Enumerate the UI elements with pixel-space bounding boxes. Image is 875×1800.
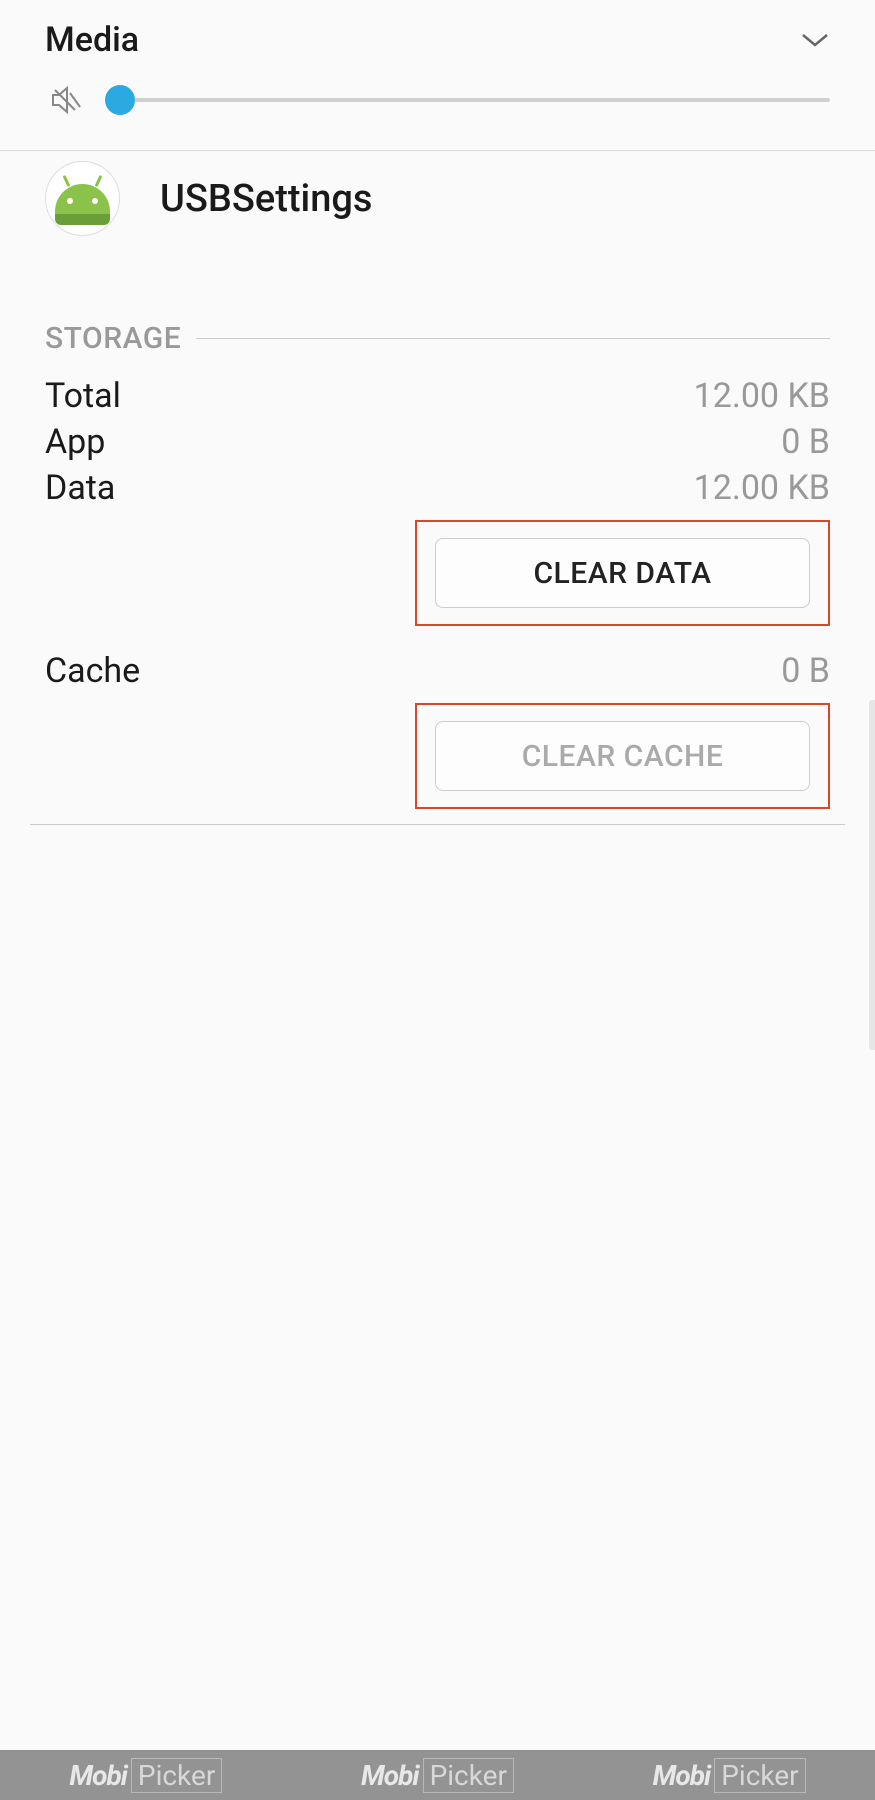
watermark: Mobi Picker <box>361 1758 514 1793</box>
storage-label: Data <box>45 468 115 508</box>
storage-value: 12.00 KB <box>694 468 830 508</box>
watermark: Mobi Picker <box>653 1758 806 1793</box>
storage-value: 12.00 KB <box>694 376 830 416</box>
storage-value: 0 B <box>781 651 830 691</box>
clear-cache-button[interactable]: CLEAR CACHE <box>435 721 810 791</box>
volume-slider-thumb[interactable] <box>105 85 135 115</box>
storage-label: App <box>45 422 105 462</box>
watermark-bar: Mobi Picker Mobi Picker Mobi Picker <box>0 1750 875 1800</box>
bottom-divider <box>30 824 845 825</box>
clear-data-button[interactable]: CLEAR DATA <box>435 538 810 608</box>
storage-row-cache: Cache 0 B <box>45 651 830 691</box>
watermark-brand1: Mobi <box>653 1759 711 1792</box>
watermark: Mobi Picker <box>69 1758 222 1793</box>
app-name: USBSettings <box>160 177 372 221</box>
app-header: USBSettings <box>0 151 875 266</box>
section-title-storage: STORAGE <box>45 321 181 356</box>
storage-label: Total <box>45 376 121 416</box>
storage-label: Cache <box>45 651 140 691</box>
storage-row-app: App 0 B <box>45 422 830 462</box>
storage-value: 0 B <box>781 422 830 462</box>
volume-mute-icon[interactable] <box>45 80 85 120</box>
volume-panel: Media <box>0 0 875 151</box>
highlight-clear-data: CLEAR DATA <box>415 520 830 626</box>
storage-section: STORAGE Total 12.00 KB App 0 B Data 12.0… <box>0 321 875 809</box>
storage-row-data: Data 12.00 KB <box>45 468 830 508</box>
watermark-brand2: Picker <box>714 1758 805 1793</box>
app-icon <box>45 161 120 236</box>
watermark-brand1: Mobi <box>69 1759 127 1792</box>
storage-row-total: Total 12.00 KB <box>45 376 830 416</box>
watermark-brand2: Picker <box>131 1758 222 1793</box>
scrollbar[interactable] <box>869 700 875 1050</box>
volume-slider[interactable] <box>120 85 830 115</box>
volume-title: Media <box>45 20 139 60</box>
volume-slider-track <box>120 98 830 102</box>
watermark-brand1: Mobi <box>361 1759 419 1792</box>
watermark-brand2: Picker <box>423 1758 514 1793</box>
chevron-down-icon[interactable] <box>800 25 830 55</box>
section-divider <box>196 338 830 339</box>
highlight-clear-cache: CLEAR CACHE <box>415 703 830 809</box>
